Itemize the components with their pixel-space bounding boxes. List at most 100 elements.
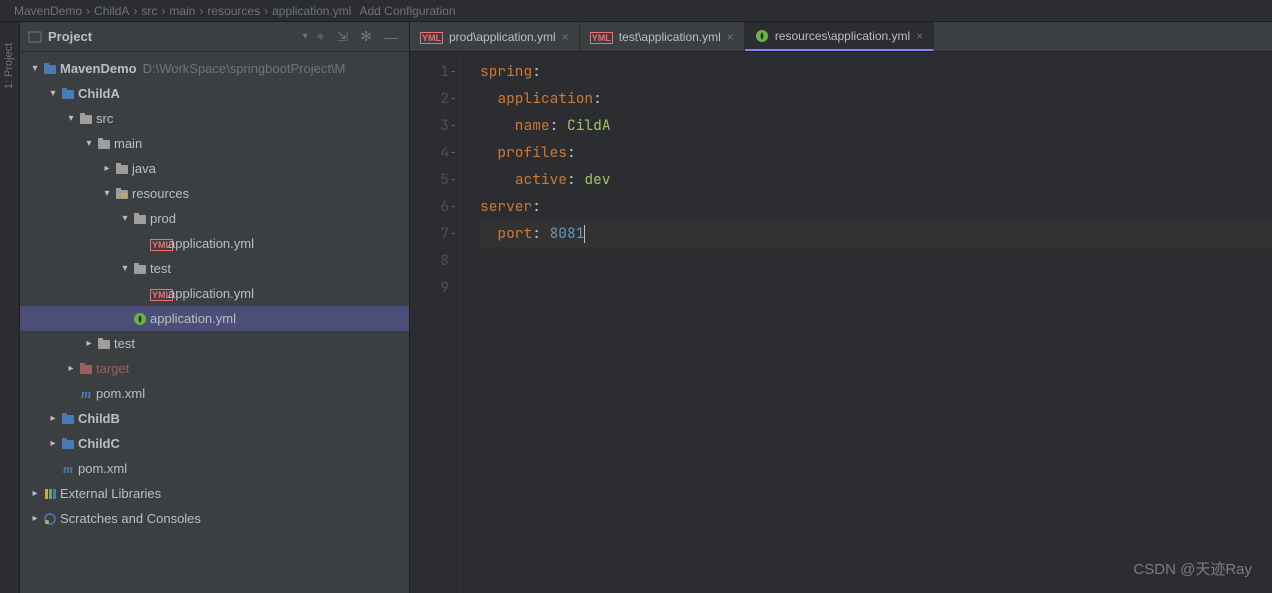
- res-folder-icon: [114, 185, 130, 202]
- chevron-icon[interactable]: ▸: [46, 413, 60, 424]
- tree-item-java[interactable]: ▸ java: [20, 156, 409, 181]
- collapse-icon[interactable]: ⇲: [334, 28, 352, 45]
- project-tree[interactable]: ▾ MavenDemo D:\WorkSpace\springbootProject…: [20, 52, 409, 593]
- spring-icon: [132, 311, 148, 327]
- tree-label: test: [150, 261, 171, 276]
- tree-item-ChildB[interactable]: ▸ ChildB: [20, 406, 409, 431]
- tree-item-Scratches-and-Consoles[interactable]: ▸ Scratches and Consoles: [20, 506, 409, 531]
- editor-tab[interactable]: resources\application.yml×: [745, 22, 934, 51]
- chevron-icon[interactable]: ▸: [46, 438, 60, 449]
- close-icon[interactable]: ×: [562, 30, 569, 44]
- tree-item-test[interactable]: ▸ test: [20, 331, 409, 356]
- chevron-icon[interactable]: ▾: [46, 88, 60, 99]
- tree-label: MavenDemo: [60, 61, 137, 76]
- tree-item-main[interactable]: ▾main: [20, 131, 409, 156]
- project-icon: [28, 30, 42, 44]
- bc-3[interactable]: main: [169, 4, 195, 18]
- tree-item-application-yml[interactable]: YMLapplication.yml: [20, 231, 409, 256]
- locate-icon[interactable]: ⌖: [314, 28, 328, 45]
- close-icon[interactable]: ×: [727, 30, 734, 44]
- tree-item-pom-xml[interactable]: mpom.xml: [20, 381, 409, 406]
- tree-item-test[interactable]: ▾ test: [20, 256, 409, 281]
- tree-item-ChildA[interactable]: ▾ChildA: [20, 81, 409, 106]
- tree-label: pom.xml: [96, 386, 145, 401]
- code-line[interactable]: active: dev: [480, 166, 1272, 193]
- dropdown-icon[interactable]: ▾: [303, 31, 308, 42]
- tree-item-resources[interactable]: ▾ resources: [20, 181, 409, 206]
- line-number: 9: [410, 274, 449, 301]
- yml-icon: YML: [590, 30, 613, 44]
- code-line[interactable]: name: CildA: [480, 112, 1272, 139]
- bc-0[interactable]: MavenDemo: [14, 4, 82, 18]
- chevron-icon[interactable]: ▾: [118, 263, 132, 274]
- close-icon[interactable]: ×: [916, 29, 923, 43]
- line-number: 6: [410, 193, 449, 220]
- gutter: 123456789−−−−−−−: [410, 52, 460, 593]
- tree-label: test: [114, 336, 135, 351]
- module-icon: [60, 435, 76, 452]
- module-icon: [42, 60, 58, 77]
- hide-icon[interactable]: —: [381, 29, 401, 45]
- code-line[interactable]: [480, 274, 1272, 301]
- chevron-icon[interactable]: ▾: [100, 188, 114, 199]
- add-configuration[interactable]: Add Configuration: [359, 4, 461, 18]
- code-line[interactable]: port: 8081: [480, 220, 1272, 247]
- chevron-icon[interactable]: ▾: [64, 113, 78, 124]
- yml-icon: YML: [150, 236, 166, 251]
- settings-icon[interactable]: ✻: [357, 28, 375, 45]
- folder-icon: [132, 260, 148, 277]
- tree-item-prod[interactable]: ▾prod: [20, 206, 409, 231]
- tree-item-ChildC[interactable]: ▸ChildC: [20, 431, 409, 456]
- breadcrumb: MavenDemo › ChildA › src › main › resour…: [0, 0, 1272, 22]
- tree-item-application-yml[interactable]: application.yml: [20, 306, 409, 331]
- line-number: 1: [410, 58, 449, 85]
- project-tool-tab[interactable]: 1: Project: [4, 43, 16, 89]
- tree-label: resources: [132, 186, 189, 201]
- tree-label: target: [96, 361, 129, 376]
- folder-icon: [132, 210, 148, 227]
- bc-2[interactable]: src: [141, 4, 157, 18]
- line-number: 5: [410, 166, 449, 193]
- tree-item-target[interactable]: ▸ target: [20, 356, 409, 381]
- module-icon: [60, 410, 76, 427]
- tree-item-External-Libraries[interactable]: ▸ External Libraries: [20, 481, 409, 506]
- tree-label: java: [132, 161, 156, 176]
- chevron-icon[interactable]: ▾: [82, 138, 96, 149]
- tree-label: application.yml: [168, 236, 254, 251]
- editor-tab[interactable]: YMLprod\application.yml×: [410, 22, 580, 51]
- chevron-icon[interactable]: ▾: [118, 213, 132, 224]
- tree-path: D:\WorkSpace\springbootProject\M: [143, 61, 346, 76]
- chevron-icon[interactable]: ▸: [28, 513, 42, 524]
- code-line[interactable]: spring:: [480, 58, 1272, 85]
- code-line[interactable]: profiles:: [480, 139, 1272, 166]
- tool-window-stripe[interactable]: 1: Project: [0, 22, 20, 593]
- folder-icon: [114, 160, 130, 177]
- lib-icon: [42, 486, 58, 502]
- scratch-icon: [42, 511, 58, 527]
- editor[interactable]: 123456789−−−−−−− spring: application: na…: [410, 52, 1272, 593]
- line-number: 2: [410, 85, 449, 112]
- tree-label: Scratches and Consoles: [60, 511, 201, 526]
- code-area[interactable]: spring: application: name: CildA profile…: [460, 52, 1272, 593]
- chevron-icon[interactable]: ▸: [100, 163, 114, 174]
- tree-item-application-yml[interactable]: YMLapplication.yml: [20, 281, 409, 306]
- tree-label: src: [96, 111, 113, 126]
- chevron-icon[interactable]: ▾: [28, 63, 42, 74]
- code-line[interactable]: [480, 247, 1272, 274]
- code-line[interactable]: application:: [480, 85, 1272, 112]
- code-line[interactable]: server:: [480, 193, 1272, 220]
- tree-item-MavenDemo[interactable]: ▾ MavenDemo D:\WorkSpace\springbootProject…: [20, 56, 409, 81]
- tree-label: External Libraries: [60, 486, 161, 501]
- tree-item-src[interactable]: ▾ src: [20, 106, 409, 131]
- bc-1[interactable]: ChildA: [94, 4, 129, 18]
- bc-4[interactable]: resources: [207, 4, 260, 18]
- bc-5[interactable]: application.yml: [272, 4, 351, 18]
- tree-item-pom-xml[interactable]: mpom.xml: [20, 456, 409, 481]
- panel-header: Project ▾ ⌖ ⇲ ✻ —: [20, 22, 409, 52]
- chevron-icon[interactable]: ▸: [82, 338, 96, 349]
- chevron-icon[interactable]: ▸: [64, 363, 78, 374]
- panel-title[interactable]: Project: [48, 29, 297, 44]
- editor-tab[interactable]: YMLtest\application.yml×: [580, 22, 745, 51]
- tree-label: ChildB: [78, 411, 120, 426]
- chevron-icon[interactable]: ▸: [28, 488, 42, 499]
